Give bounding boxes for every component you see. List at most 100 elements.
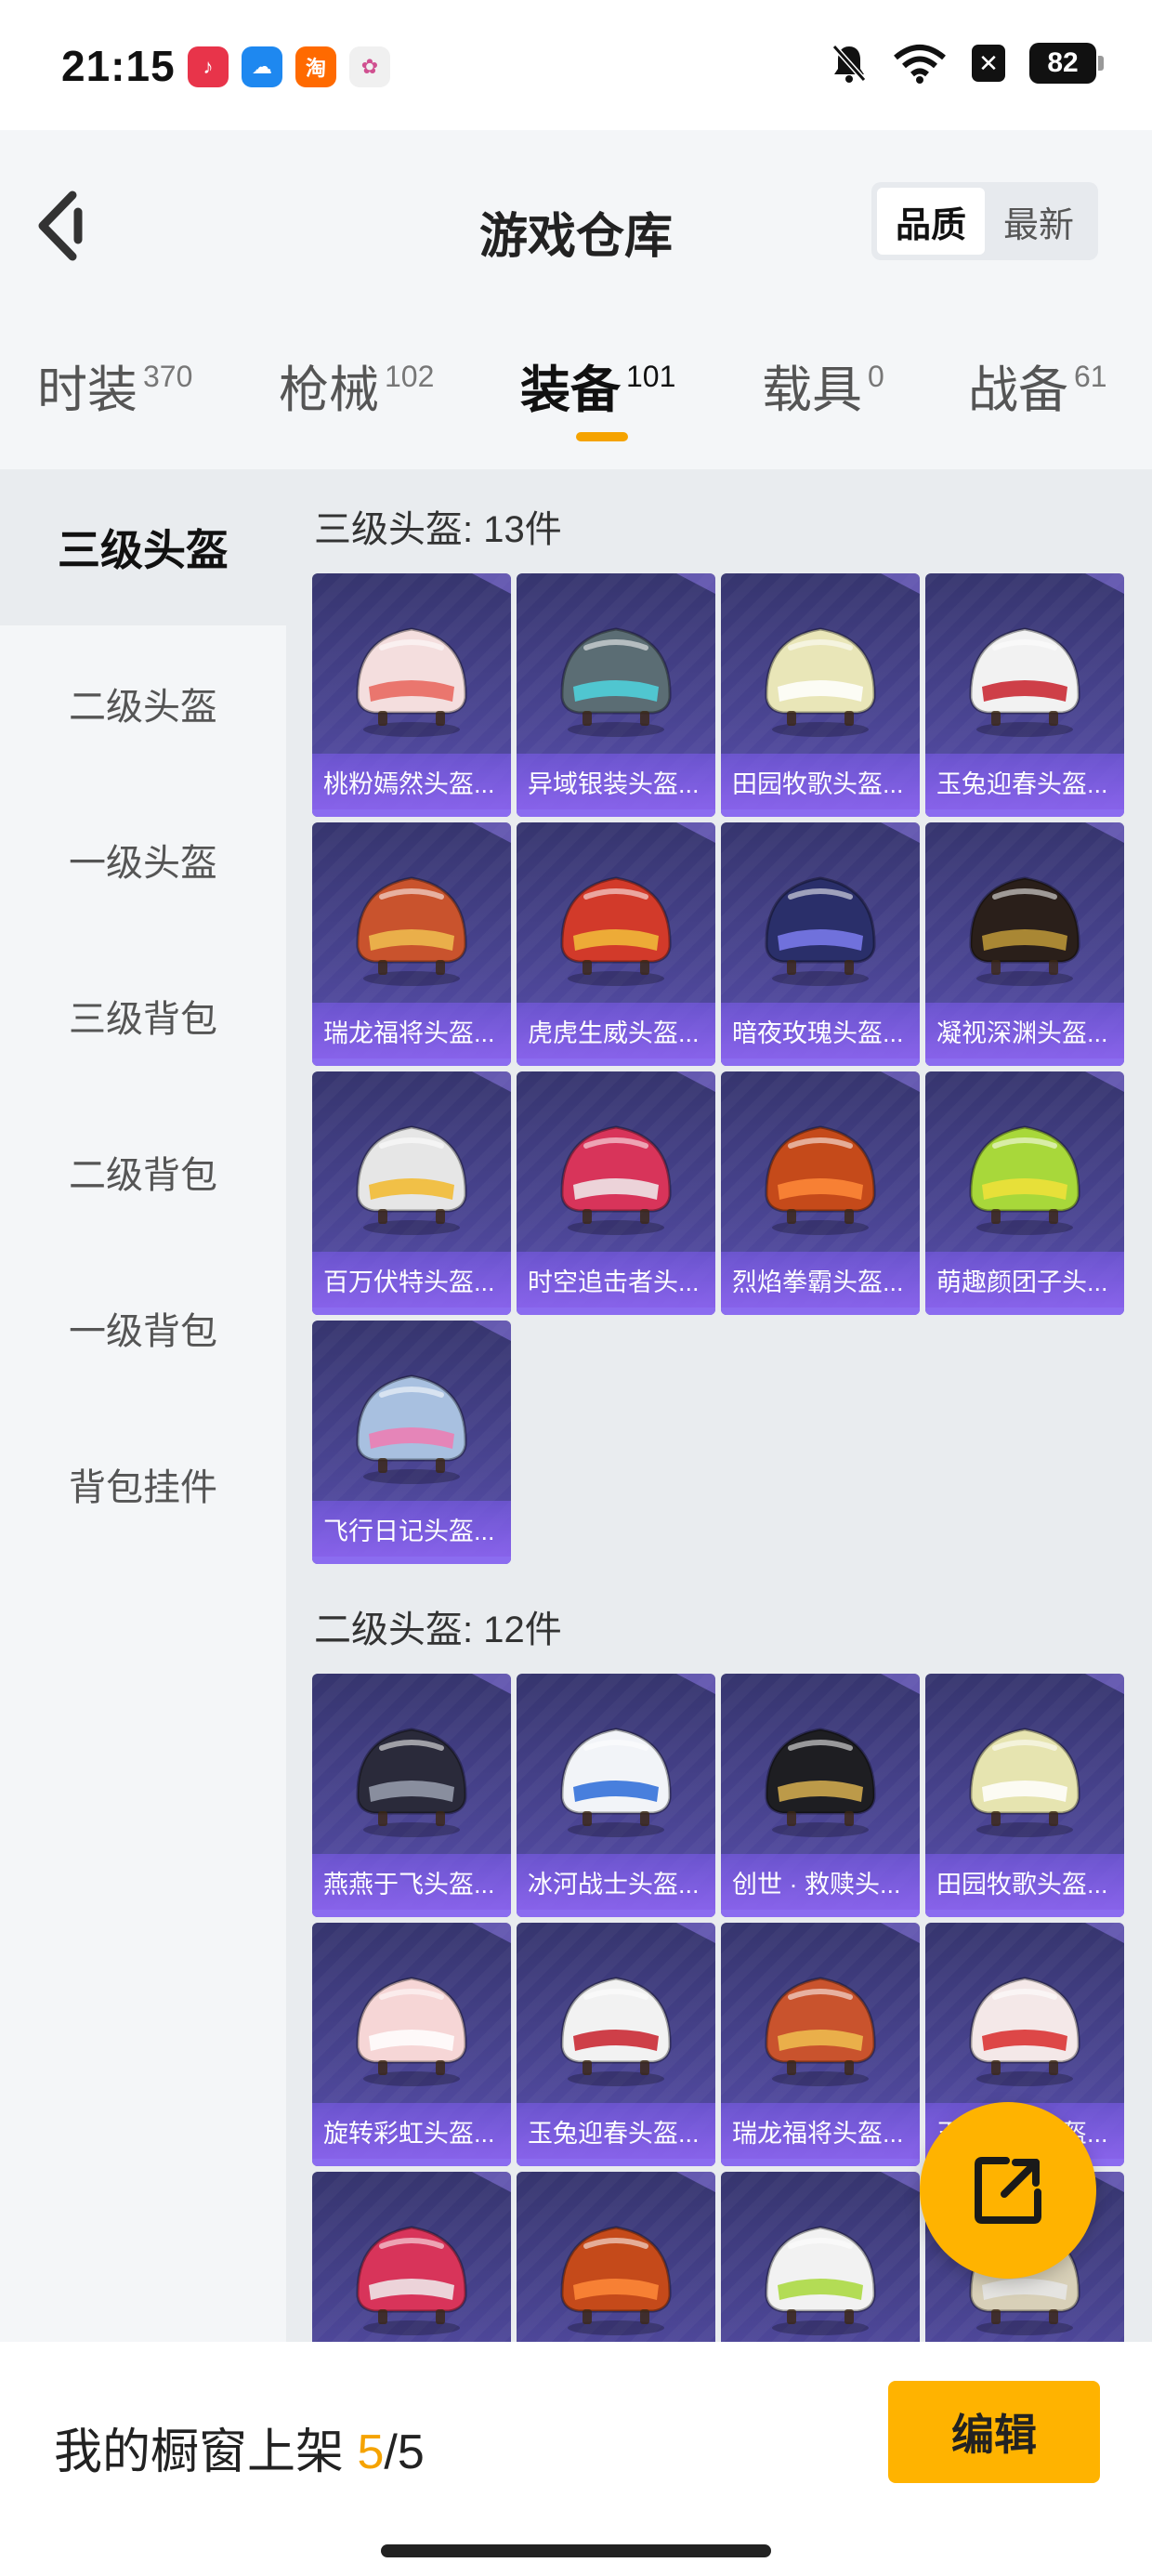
bottom-bar: 我的橱窗上架 5/5 编辑	[0, 2342, 1152, 2576]
section-title: 三级头盔: 13件	[314, 509, 562, 550]
sidebar-item-level2-helmet[interactable]: 二级头盔	[0, 625, 286, 782]
item-name: 异域银装头盔...	[517, 754, 715, 809]
tab-fashion[interactable]: 时装 370	[37, 348, 192, 460]
tab-label: 载具	[762, 362, 862, 418]
status-indicators: ✕ 82	[831, 43, 1104, 84]
item-card[interactable]: 萌趣颜团子头...	[925, 1071, 1124, 1315]
helmet-icon	[560, 876, 672, 986]
item-card[interactable]	[517, 2172, 715, 2342]
item-name: 玉兔迎春头盔...	[517, 2103, 715, 2159]
quality-corner-tag	[676, 573, 715, 594]
quality-bar	[312, 1557, 511, 1564]
item-name: 百万伏特头盔...	[312, 1252, 511, 1308]
sidebar-item-level3-helmet[interactable]: 三级头盔	[0, 469, 286, 625]
showcase-current-count: 5	[357, 2425, 385, 2479]
quality-corner-tag	[472, 573, 511, 594]
item-card[interactable]: 时空追击者头...	[517, 1071, 715, 1315]
item-card[interactable]: 百万伏特头盔...	[312, 1071, 511, 1315]
item-name: 烈焰拳霸头盔...	[721, 1252, 920, 1308]
sort-quality-button[interactable]: 品质	[877, 188, 985, 255]
sidebar-item-level3-backpack[interactable]: 三级背包	[0, 938, 286, 1094]
sidebar-item-level2-backpack[interactable]: 二级背包	[0, 1094, 286, 1250]
item-card[interactable]: 飞行日记头盔...	[312, 1321, 511, 1564]
tab-label: 时装	[37, 362, 137, 418]
item-name: 田园牧歌头盔...	[721, 754, 920, 809]
helmet-icon	[356, 2226, 467, 2335]
item-card[interactable]: 异域银装头盔...	[517, 573, 715, 817]
category-tabs: 时装 370 枪械 102 装备 101 载具 0 战备 61	[0, 348, 1152, 460]
helmet-icon	[765, 1977, 876, 2086]
item-name: 田园牧歌头盔...	[925, 1854, 1124, 1910]
helmet-icon	[356, 1374, 467, 1484]
item-name: 燕燕于飞头盔...	[312, 1854, 511, 1910]
helmet-icon	[765, 876, 876, 986]
quality-bar	[312, 2159, 511, 2166]
item-name: 凝视深渊头盔...	[925, 1003, 1124, 1058]
sidebar-item-level1-backpack[interactable]: 一级背包	[0, 1250, 286, 1406]
quality-corner-tag	[1085, 822, 1124, 843]
item-card[interactable]: 凝视深渊头盔...	[925, 822, 1124, 1066]
item-card[interactable]: 烈焰拳霸头盔...	[721, 1071, 920, 1315]
item-card[interactable]: 冰河战士头盔...	[517, 1674, 715, 1917]
item-card[interactable]: 旋转彩虹头盔...	[312, 1923, 511, 2166]
tab-vehicles[interactable]: 载具 0	[762, 348, 884, 460]
quality-bar	[312, 1910, 511, 1917]
helmet-icon	[560, 1728, 672, 1837]
quality-corner-tag	[472, 2172, 511, 2192]
tab-equipment[interactable]: 装备 101	[520, 348, 675, 460]
helmet-icon	[765, 1125, 876, 1235]
section-title: 二级头盔: 12件	[314, 1610, 562, 1650]
tab-supplies[interactable]: 战备 61	[968, 348, 1107, 460]
quality-bar	[925, 1910, 1124, 1917]
quality-bar	[517, 1058, 715, 1066]
edit-button[interactable]: 编辑	[888, 2381, 1100, 2483]
item-card[interactable]	[721, 2172, 920, 2342]
item-name: 冰河战士头盔...	[517, 1854, 715, 1910]
tab-count: 370	[143, 360, 193, 393]
item-card[interactable]: 瑞龙福将头盔...	[312, 822, 511, 1066]
quality-corner-tag	[472, 1071, 511, 1092]
cloud-app-icon: ☁	[242, 46, 282, 87]
quality-corner-tag	[676, 1071, 715, 1092]
item-list[interactable]: 三级头盔: 13件 桃粉嫣然头盔... 异域银装头盔... 田园牧歌头盔... 玉兔迎…	[286, 469, 1152, 2342]
quality-bar	[721, 809, 920, 817]
helmet-icon	[765, 627, 876, 737]
quality-corner-tag	[676, 1923, 715, 1943]
status-time: 21:15	[61, 42, 176, 90]
item-card[interactable]: 虎虎生威头盔...	[517, 822, 715, 1066]
quality-bar	[517, 2159, 715, 2166]
tab-label: 战备	[968, 362, 1068, 418]
tab-count: 61	[1074, 360, 1107, 393]
wifi-icon	[894, 45, 946, 84]
item-card[interactable]: 田园牧歌头盔...	[925, 1674, 1124, 1917]
quality-corner-tag	[676, 822, 715, 843]
item-card[interactable]: 桃粉嫣然头盔...	[312, 573, 511, 817]
item-card[interactable]: 瑞龙福将头盔...	[721, 1923, 920, 2166]
item-name: 桃粉嫣然头盔...	[312, 754, 511, 809]
helmet-icon	[969, 1125, 1080, 1235]
item-name: 时空追击者头...	[517, 1252, 715, 1308]
tab-weapons[interactable]: 枪械 102	[279, 348, 434, 460]
home-indicator[interactable]	[381, 2544, 771, 2557]
share-fab-button[interactable]	[920, 2102, 1096, 2279]
quality-corner-tag	[881, 2172, 920, 2192]
helmet-icon	[356, 1125, 467, 1235]
photos-app-icon: ✿	[349, 46, 390, 87]
quality-corner-tag	[676, 1674, 715, 1694]
helmet-icon	[969, 1977, 1080, 2086]
sort-newest-button[interactable]: 最新	[985, 188, 1093, 255]
quality-corner-tag	[881, 1923, 920, 1943]
item-card[interactable]: 玉兔迎春头盔...	[925, 573, 1124, 817]
helmet-icon	[560, 1125, 672, 1235]
item-card[interactable]	[312, 2172, 511, 2342]
item-card[interactable]: 暗夜玫瑰头盔...	[721, 822, 920, 1066]
item-card[interactable]: 田园牧歌头盔...	[721, 573, 920, 817]
showcase-status: 我的橱窗上架 5/5	[54, 2412, 425, 2482]
helmet-icon	[969, 627, 1080, 737]
sidebar-item-backpack-charm[interactable]: 背包挂件	[0, 1406, 286, 1562]
sidebar-item-level1-helmet[interactable]: 一级头盔	[0, 782, 286, 938]
item-card[interactable]: 创世 · 救赎头...	[721, 1674, 920, 1917]
item-card[interactable]: 玉兔迎春头盔...	[517, 1923, 715, 2166]
item-card[interactable]: 燕燕于飞头盔...	[312, 1674, 511, 1917]
tab-label: 装备	[520, 362, 621, 418]
